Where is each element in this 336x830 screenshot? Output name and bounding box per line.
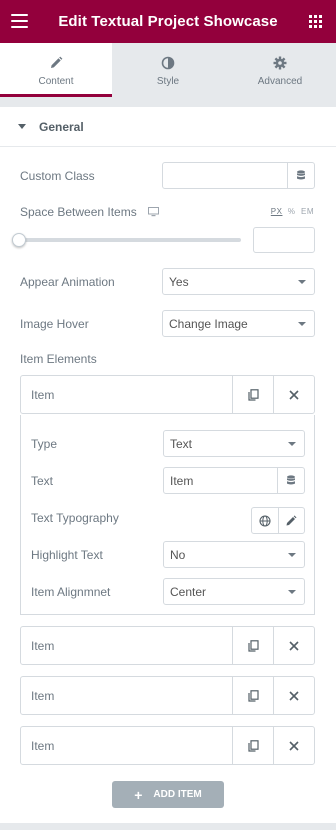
panel-tabs: Content Style Advanced: [0, 43, 336, 97]
pencil-icon: [49, 55, 63, 71]
dropdown-arrow-icon: [298, 321, 306, 326]
space-number-input[interactable]: [253, 227, 315, 253]
repeater-item-fields: Type Text Text Item Text Typography High…: [20, 415, 315, 615]
duplicate-button[interactable]: [232, 627, 273, 664]
close-icon: [289, 690, 299, 701]
close-icon: [289, 389, 299, 400]
highlight-text-select[interactable]: No: [163, 541, 305, 568]
appear-animation-select[interactable]: Yes: [162, 268, 315, 295]
dropdown-arrow-icon: [298, 279, 306, 284]
repeater-item-title: Item: [31, 739, 55, 753]
typography-controls: [251, 507, 305, 534]
type-select[interactable]: Text: [163, 430, 305, 457]
repeater-item[interactable]: Item: [20, 375, 315, 414]
remove-button[interactable]: [273, 627, 314, 664]
add-item-button[interactable]: + ADD ITEM: [112, 781, 224, 808]
database-icon: [297, 170, 305, 180]
copy-icon: [247, 689, 259, 702]
copy-icon: [247, 639, 259, 652]
dynamic-tags-button[interactable]: [277, 468, 304, 493]
duplicate-button[interactable]: [232, 376, 273, 413]
custom-class-input[interactable]: [162, 162, 315, 189]
tab-label: Content: [38, 76, 74, 87]
text-label: Text: [31, 474, 54, 488]
tab-label: Style: [156, 76, 180, 87]
type-label: Type: [31, 437, 58, 451]
caret-down-icon: [18, 124, 26, 129]
grid-icon[interactable]: [309, 15, 322, 28]
unit-percent[interactable]: %: [288, 207, 296, 216]
image-hover-label: Image Hover: [20, 317, 89, 331]
repeater-item[interactable]: Item: [20, 676, 315, 715]
remove-button[interactable]: [273, 376, 314, 413]
copy-icon: [247, 739, 259, 752]
duplicate-button[interactable]: [232, 727, 273, 764]
repeater-item[interactable]: Item: [20, 626, 315, 665]
remove-button[interactable]: [273, 727, 314, 764]
section-title: General: [39, 119, 84, 134]
dropdown-arrow-icon: [288, 589, 296, 594]
global-button[interactable]: [252, 508, 278, 533]
text-typography-label: Text Typography: [31, 511, 119, 525]
add-item-label: ADD ITEM: [153, 789, 202, 800]
panel-title: Edit Textual Project Showcase: [58, 13, 278, 30]
dropdown-arrow-icon: [288, 441, 296, 446]
custom-class-label: Custom Class: [20, 169, 95, 183]
appear-animation-label: Appear Animation: [20, 275, 115, 289]
dropdown-arrow-icon: [288, 552, 296, 557]
unit-px[interactable]: PX: [271, 207, 283, 216]
text-input[interactable]: Item: [163, 467, 305, 494]
pencil-icon: [286, 515, 297, 525]
item-alignment-select[interactable]: Center: [163, 578, 305, 605]
tab-advanced[interactable]: Advanced: [224, 43, 336, 97]
dynamic-tags-button[interactable]: [287, 163, 314, 188]
section-general-toggle[interactable]: General: [0, 107, 336, 147]
tab-content[interactable]: Content: [0, 43, 112, 97]
close-icon: [289, 740, 299, 751]
half-circle-icon: [161, 55, 175, 71]
unit-switcher[interactable]: PX % EM: [271, 207, 314, 216]
globe-icon: [259, 514, 271, 527]
tab-style[interactable]: Style: [112, 43, 224, 97]
space-between-label: Space Between Items: [20, 205, 137, 219]
item-elements-label: Item Elements: [20, 352, 97, 366]
image-hover-select[interactable]: Change Image: [162, 310, 315, 337]
repeater-item-title: Item: [31, 689, 55, 703]
repeater-item[interactable]: Item: [20, 726, 315, 765]
gear-icon: [273, 55, 287, 71]
close-icon: [289, 640, 299, 651]
duplicate-button[interactable]: [232, 677, 273, 714]
remove-button[interactable]: [273, 677, 314, 714]
plus-icon: +: [134, 786, 143, 803]
controls-panel: General Custom Class Space Between Items…: [0, 107, 336, 830]
editor-header: Edit Textual Project Showcase: [0, 0, 336, 43]
highlight-text-label: Highlight Text: [31, 548, 103, 562]
copy-icon: [247, 388, 259, 401]
space-slider-handle[interactable]: [12, 233, 26, 247]
desktop-icon[interactable]: [148, 206, 159, 220]
space-slider-track[interactable]: [20, 238, 241, 242]
unit-em[interactable]: EM: [301, 207, 314, 216]
hamburger-icon[interactable]: [11, 14, 28, 28]
panel-footer-divider: [0, 823, 336, 830]
edit-typography-button[interactable]: [277, 508, 305, 533]
tab-label: Advanced: [257, 76, 303, 87]
database-icon: [287, 475, 295, 485]
repeater-item-title: Item: [31, 388, 55, 402]
item-alignment-label: Item Alignmnet: [31, 585, 111, 599]
repeater-item-title: Item: [31, 639, 55, 653]
